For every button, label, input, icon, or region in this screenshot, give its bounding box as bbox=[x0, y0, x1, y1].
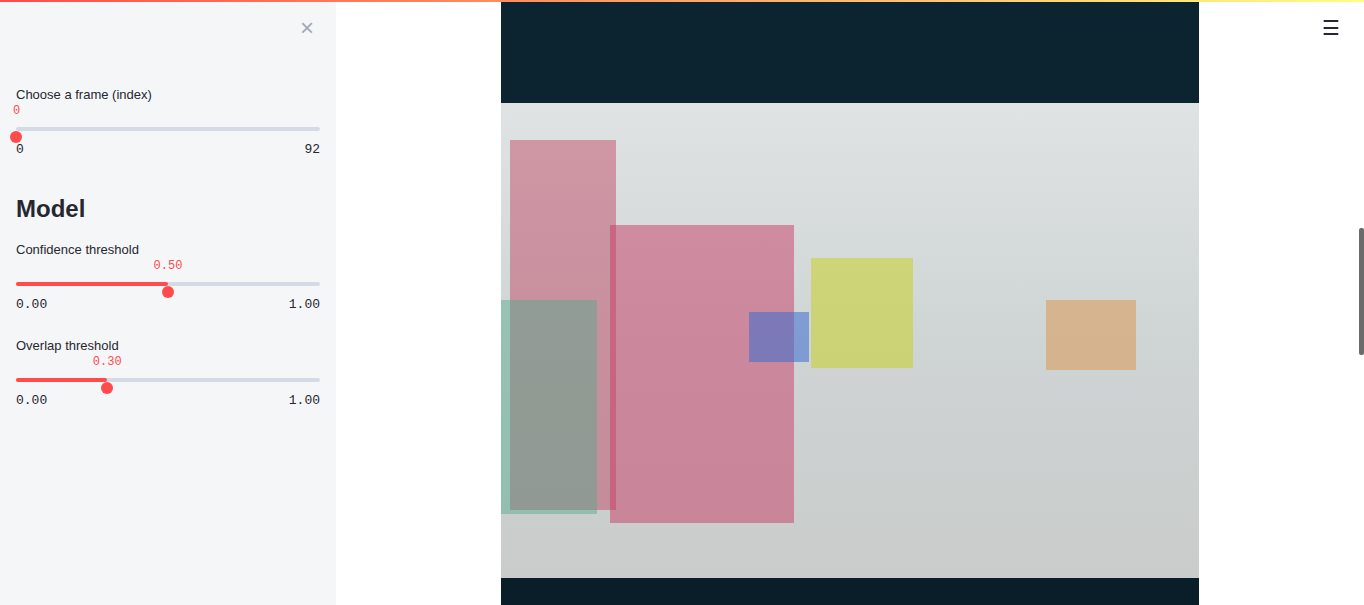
slider-control[interactable] bbox=[16, 370, 320, 390]
slider-thumb[interactable] bbox=[101, 382, 113, 394]
slider[interactable]: Choose a frame (index)0092 bbox=[16, 86, 320, 159]
slider-value: 0.30 bbox=[93, 354, 122, 370]
slider-label: Choose a frame (index) bbox=[16, 86, 320, 103]
detection-box bbox=[811, 258, 913, 368]
detection-box bbox=[749, 312, 809, 362]
slider-control[interactable] bbox=[16, 119, 320, 139]
slider-value-row: 0.30 bbox=[16, 354, 320, 370]
slider-value-row: 0 bbox=[16, 103, 320, 119]
slider-track[interactable] bbox=[16, 378, 320, 382]
scrollbar-thumb[interactable] bbox=[1359, 228, 1364, 355]
slider-min: 0.00 bbox=[16, 392, 47, 410]
sidebar: ×Choose a frame (index)0092ModelConfiden… bbox=[0, 0, 336, 605]
detection-box bbox=[501, 300, 597, 514]
slider-track[interactable] bbox=[16, 282, 320, 286]
slider[interactable]: Confidence threshold0.50 0.00 1.00 bbox=[16, 241, 320, 314]
slider-max: 1.00 bbox=[289, 296, 320, 314]
slider-range: 0.00 1.00 bbox=[16, 392, 320, 410]
slider-value: 0.50 bbox=[154, 258, 183, 274]
sidebar-header: × bbox=[16, 16, 320, 40]
slider-label: Confidence threshold bbox=[16, 241, 320, 258]
menu-button[interactable]: ☰ bbox=[1322, 16, 1340, 40]
section-heading: Model bbox=[16, 194, 320, 224]
decoration-line bbox=[0, 0, 1364, 2]
slider-value-row: 0.50 bbox=[16, 258, 320, 274]
slider-control[interactable] bbox=[16, 274, 320, 294]
slider-range: 0 92 bbox=[16, 141, 320, 159]
sidebar-section: Choose a frame (index)0092 bbox=[16, 86, 320, 159]
slider-thumb[interactable] bbox=[10, 131, 22, 143]
slider-max: 92 bbox=[304, 141, 320, 159]
video-frame-image bbox=[501, 0, 1199, 605]
slider-label: Overlap threshold bbox=[16, 337, 320, 354]
slider-value: 0 bbox=[13, 103, 20, 119]
slider[interactable]: Overlap threshold0.30 0.00 1.00 bbox=[16, 337, 320, 410]
slider-thumb[interactable] bbox=[162, 286, 174, 298]
close-sidebar-button[interactable]: × bbox=[296, 16, 318, 40]
slider-fill bbox=[16, 282, 168, 286]
detection-box bbox=[610, 225, 794, 523]
slider-min: 0 bbox=[16, 141, 24, 159]
slider-track[interactable] bbox=[16, 127, 320, 131]
slider-min: 0.00 bbox=[16, 296, 47, 314]
detection-box bbox=[1046, 300, 1136, 370]
main-area bbox=[336, 0, 1364, 605]
sidebar-section: ModelConfidence threshold0.500.001.00Ove… bbox=[16, 194, 320, 410]
slider-max: 1.00 bbox=[289, 392, 320, 410]
slider-range: 0.00 1.00 bbox=[16, 296, 320, 314]
slider-fill bbox=[16, 378, 107, 382]
